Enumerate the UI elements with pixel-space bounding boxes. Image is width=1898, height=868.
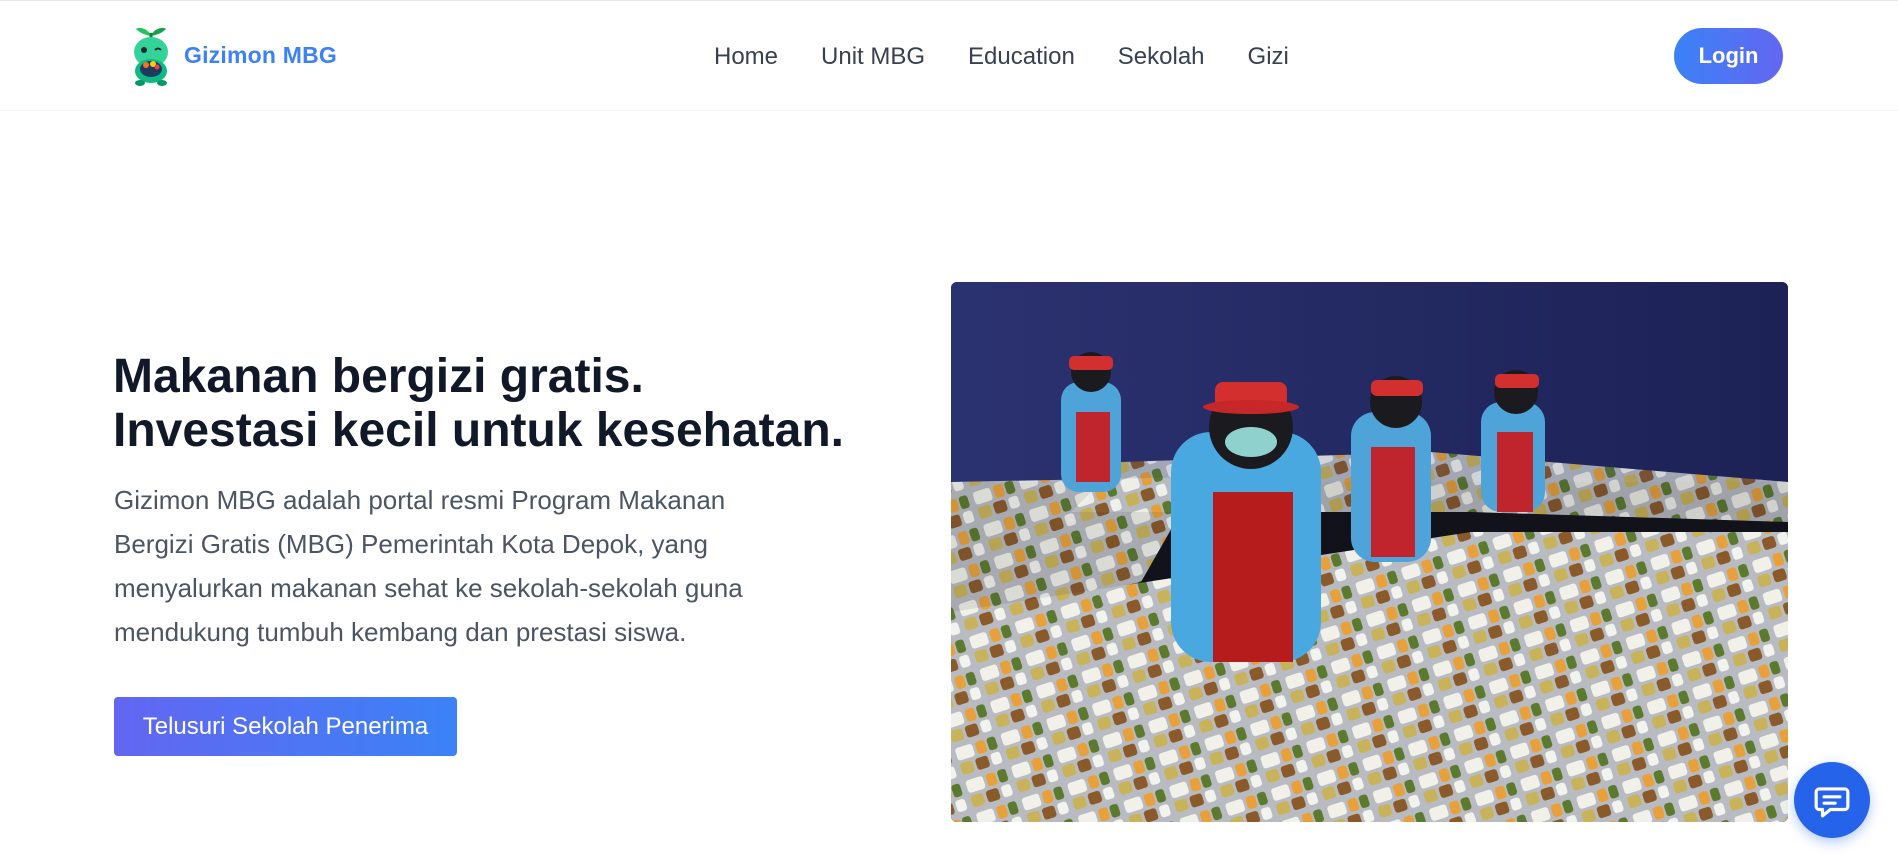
explore-schools-button[interactable]: Telusuri Sekolah Penerima	[114, 697, 457, 756]
gizimon-mascot-icon	[134, 27, 168, 86]
brand[interactable]: Gizimon MBG	[128, 23, 337, 87]
navbar: Gizimon MBG Home Unit MBG Education Seko…	[0, 0, 1898, 111]
nav-unit-mbg[interactable]: Unit MBG	[821, 41, 925, 73]
nav-home[interactable]: Home	[714, 41, 778, 73]
nav-education[interactable]: Education	[968, 41, 1075, 73]
login-button[interactable]: Login	[1674, 28, 1783, 84]
chat-button[interactable]	[1794, 762, 1870, 838]
nav-gizi[interactable]: Gizi	[1248, 41, 1289, 73]
brand-name: Gizimon MBG	[184, 41, 337, 68]
chat-bubble-icon	[1814, 787, 1850, 818]
hero-title-line-1: Makanan bergizi gratis.	[113, 350, 644, 403]
main-nav: Home Unit MBG Education Sekolah Gizi	[714, 41, 1289, 73]
kitchen-staff-photo	[951, 282, 1788, 822]
hero-title-line-2: Investasi kecil untuk kesehatan.	[113, 404, 844, 457]
nav-sekolah[interactable]: Sekolah	[1118, 41, 1205, 73]
hero-title: Makanan bergizi gratis. Investasi kecil …	[113, 350, 873, 458]
hero-description: Gizimon MBG adalah portal resmi Program …	[114, 485, 743, 647]
hero-image	[951, 282, 1788, 822]
